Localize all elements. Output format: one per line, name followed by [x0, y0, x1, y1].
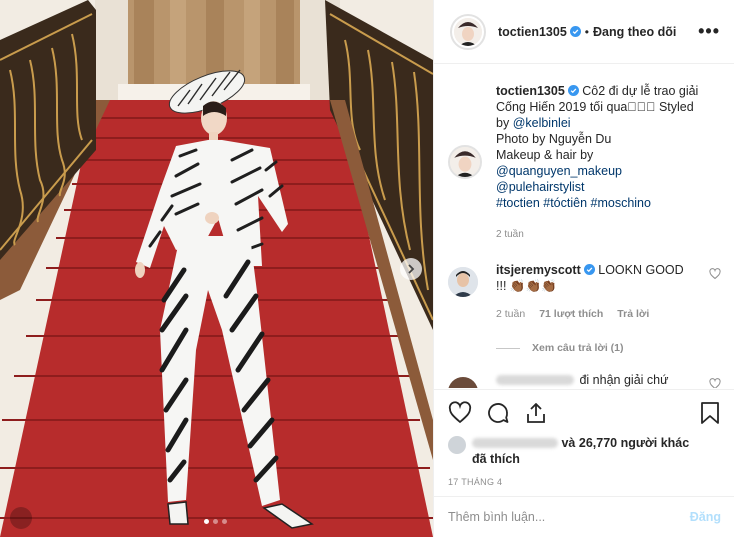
instagram-post: toctien1305 • Đang theo dõi ••• toctien1…: [0, 0, 734, 537]
likes-count: và 26,770 người khác: [561, 436, 690, 450]
reply-button[interactable]: Trả lời: [617, 308, 649, 320]
verified-badge-icon: [567, 85, 579, 96]
following-button[interactable]: Đang theo dõi: [593, 25, 676, 39]
blurred-username: [496, 375, 574, 385]
comment-avatar[interactable]: [448, 377, 478, 388]
caption-time[interactable]: 2 tuần: [496, 229, 721, 240]
caption-mention[interactable]: @kelbinlei: [513, 116, 571, 130]
action-bar: [448, 400, 721, 426]
carousel-dot-2: [213, 519, 218, 524]
carousel-dot-1: [204, 519, 209, 524]
post-header: toctien1305 • Đang theo dõi •••: [434, 0, 734, 64]
like-comment-heart-icon[interactable]: [709, 378, 721, 388]
likes-summary[interactable]: và 26,770 người khác đã thích: [448, 435, 721, 467]
next-slide-button[interactable]: [400, 258, 422, 280]
caption-mention[interactable]: @quanguyen_makeup: [496, 163, 721, 179]
likes-suffix: đã thích: [472, 452, 520, 466]
blurred-liker-name: [472, 438, 558, 448]
header-separator: •: [584, 24, 589, 39]
author-avatar[interactable]: [450, 13, 486, 50]
post-actions: và 26,770 người khác đã thích 17 THÁNG 4: [434, 389, 734, 487]
photo-illustration: [0, 0, 433, 537]
comment-text: !!! 👏🏾👏🏾👏🏾: [496, 279, 557, 293]
post-side-panel: toctien1305 • Đang theo dõi ••• toctien1…: [433, 0, 734, 537]
caption-avatar[interactable]: [448, 145, 482, 179]
like-comment-heart-icon[interactable]: [709, 268, 721, 280]
avatar-image: [454, 17, 482, 46]
caption-mention[interactable]: @pulehairstylist: [496, 179, 721, 195]
comment-text: LOOKN GOOD: [598, 263, 684, 277]
comment-meta: 2 tuần 71 lượt thích Trả lời: [496, 308, 705, 320]
avatar-image: [448, 267, 478, 297]
caption-text-line: Makeup & hair by: [496, 148, 594, 162]
comment-text: đi nhận giải chứ: [579, 373, 669, 387]
comment-avatar[interactable]: [448, 267, 478, 297]
save-button[interactable]: [699, 401, 721, 425]
comment-bubble-icon: [488, 403, 509, 423]
comments-list[interactable]: toctien1305 Cô2 đi dự lễ trao giải Cống …: [434, 65, 734, 388]
carousel-dot-3: [222, 519, 227, 524]
share-button[interactable]: [524, 401, 548, 425]
post-photo[interactable]: [0, 0, 433, 537]
caption-hashtags[interactable]: #toctien #tóctiên #moschino: [496, 195, 721, 211]
comment-likes[interactable]: 71 lượt thích: [539, 308, 603, 320]
comment-item: đi nhận giải chứ 😀: [434, 372, 734, 388]
more-horizontal-icon[interactable]: •••: [698, 22, 720, 40]
view-replies-label: Xem câu trả lời (1): [532, 342, 624, 354]
verified-badge-icon: [583, 264, 595, 275]
comment-username[interactable]: itsjeremyscott: [496, 263, 581, 277]
heart-icon: [448, 401, 472, 424]
caption-text-line: Cô2 đi dự lễ trao giải: [582, 84, 699, 98]
comment-button[interactable]: [486, 401, 510, 425]
caption-username[interactable]: toctien1305: [496, 84, 565, 98]
comment-time[interactable]: 2 tuần: [496, 308, 525, 320]
verified-badge-icon: [569, 25, 581, 37]
post-date[interactable]: 17 THÁNG 4: [448, 477, 721, 487]
view-replies-button[interactable]: Xem câu trả lời (1): [496, 342, 734, 354]
bookmark-icon: [701, 402, 719, 424]
chevron-right-icon: [408, 264, 415, 274]
comment-input[interactable]: [448, 510, 690, 524]
caption-text-line: by: [496, 116, 510, 130]
caption-text-line: Photo by Nguyễn Du: [496, 132, 612, 146]
avatar-image: [450, 147, 480, 177]
carousel-indicator: [204, 519, 227, 524]
share-upload-icon: [527, 403, 545, 423]
post-caption: toctien1305 Cô2 đi dự lễ trao giải Cống …: [434, 65, 734, 240]
tag-badge[interactable]: [10, 507, 32, 529]
caption-text-line: Cống Hiến 2019 tối qua🏻🏻🏻 Styled: [496, 100, 694, 114]
liker-avatar: [448, 436, 466, 454]
like-button[interactable]: [448, 401, 472, 425]
add-comment-bar: Đăng: [434, 496, 734, 537]
replies-divider: [496, 347, 520, 349]
author-username[interactable]: toctien1305: [498, 25, 581, 39]
comment-item: itsjeremyscott LOOKN GOOD !!! 👏🏾👏🏾👏🏾 2 t…: [434, 262, 734, 320]
post-comment-button[interactable]: Đăng: [690, 510, 721, 524]
